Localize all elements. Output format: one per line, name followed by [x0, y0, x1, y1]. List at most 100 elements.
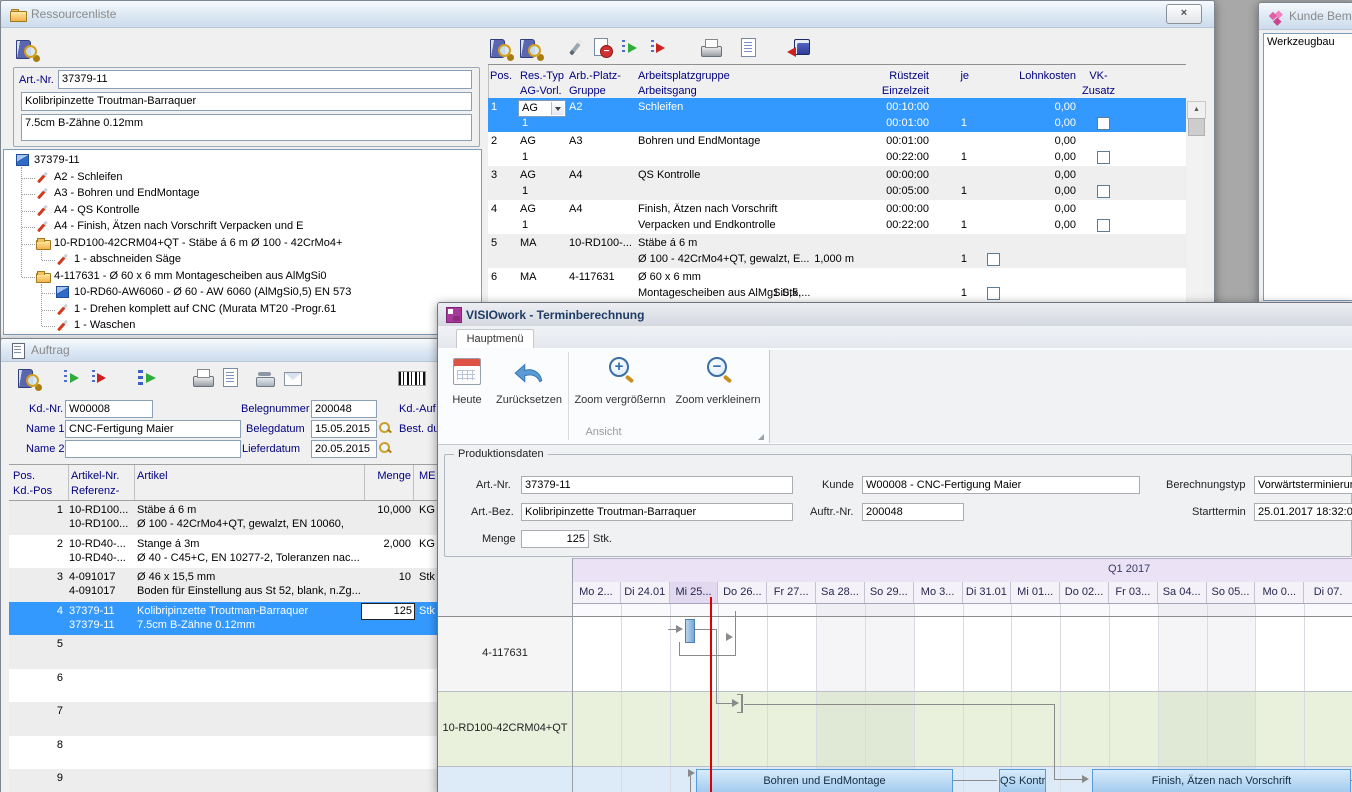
- book-search-icon[interactable]: [519, 36, 543, 60]
- print-icon[interactable]: [191, 366, 215, 390]
- remove-page-icon[interactable]: [591, 36, 615, 60]
- table-row[interactable]: 6MA4-117631Ø 60 x 6 mmMontagescheiben au…: [488, 268, 1186, 302]
- titlebar-terminberechnung[interactable]: VISIOwork - Terminberechnung: [438, 303, 1352, 327]
- menge-label: Menge: [482, 533, 516, 545]
- belegnummer-input[interactable]: 200048: [311, 400, 377, 418]
- vk-zusatz-checkbox[interactable]: [1097, 219, 1110, 232]
- starttermin-input[interactable]: 25.01.2017 18:32:00: [1254, 503, 1352, 521]
- forward-green-icon[interactable]: [61, 366, 85, 390]
- zoom-vergroessern-button[interactable]: Zoom vergrößernn: [572, 350, 668, 438]
- gantt-task-bar[interactable]: Finish, Ätzen nach Vorschrift: [1092, 769, 1351, 792]
- menge-edit-input[interactable]: 125: [361, 603, 415, 620]
- vk-zusatz-checkbox[interactable]: [1097, 151, 1110, 164]
- report-icon[interactable]: [219, 366, 243, 390]
- zusatz-input[interactable]: 7.5cm B-Zähne 0.12mm: [21, 114, 472, 141]
- cell-artikel-1: Kolibripinzette Troutman-Barraquer: [137, 605, 361, 617]
- belegdatum-lookup-icon[interactable]: [378, 421, 392, 435]
- vk-zusatz-checkbox[interactable]: [1097, 117, 1110, 130]
- table-row[interactable]: 437379-1137379-11Kolibripinzette Troutma…: [9, 602, 438, 636]
- column-header[interactable]: VK- Zusatz: [1079, 69, 1118, 99]
- print-icon[interactable]: [699, 36, 723, 60]
- close-icon[interactable]: ×: [1166, 4, 1202, 24]
- vk-zusatz-checkbox[interactable]: [1097, 185, 1110, 198]
- scroll-up-icon[interactable]: ▲: [1187, 101, 1206, 119]
- auftr-nr-input[interactable]: 200048: [862, 503, 964, 521]
- lieferdatum-lookup-icon[interactable]: [378, 441, 392, 455]
- table-row[interactable]: 5MA10-RD100-...Stäbe á 6 mØ 100 - 42CrMo…: [488, 234, 1186, 268]
- book-search-icon[interactable]: [17, 366, 41, 390]
- name2-input[interactable]: [65, 440, 241, 458]
- column-header[interactable]: Menge: [309, 469, 411, 484]
- gantt-task-bar[interactable]: [685, 619, 695, 643]
- gantt-task-bar[interactable]: Bohren und EndMontage: [696, 769, 953, 792]
- scrollbar-thumb[interactable]: [1188, 118, 1205, 136]
- heute-button[interactable]: Heute: [444, 350, 490, 438]
- table-row[interactable]: 110-RD100...10-RD100...Stäbe á 6 mØ 100 …: [9, 501, 438, 535]
- table-row-empty[interactable]: 9: [9, 769, 438, 792]
- book-search-icon[interactable]: [489, 36, 513, 60]
- cell-me: Stk: [419, 571, 439, 583]
- insert-green-icon[interactable]: [135, 366, 159, 390]
- berechnungstyp-input[interactable]: Vorwärtsterminierung: [1254, 476, 1352, 494]
- window-title: Kunde Bem: [1289, 9, 1352, 23]
- table-row[interactable]: 210-RD40-...10-RD40-...Stange á 3mØ 40 -…: [9, 535, 438, 569]
- table-row[interactable]: 3AG1A4QS Kontrolle00:00:0000:05:0010,000…: [488, 166, 1186, 200]
- table-row[interactable]: 4AG1A4Finish, Ätzen nach VorschriftVerpa…: [488, 200, 1186, 234]
- belegdatum-input[interactable]: 15.05.2015: [311, 420, 377, 438]
- zuruecksetzen-button[interactable]: Zurücksetzen: [492, 350, 566, 438]
- chevron-down-icon[interactable]: [551, 102, 564, 115]
- book-search-icon[interactable]: [15, 37, 39, 61]
- fax-icon[interactable]: [253, 366, 277, 390]
- kunde-bemerkung-textarea[interactable]: Werkzeugbau: [1263, 33, 1352, 301]
- tab-hauptmenue[interactable]: Hauptmenü: [456, 329, 534, 349]
- gantt-task-bar[interactable]: QS Kontrolle: [999, 769, 1046, 792]
- art-bez-input[interactable]: Kolibripinzette Troutman-Barraquer: [521, 503, 793, 521]
- kd-nr-input[interactable]: W00008: [65, 400, 153, 418]
- row-checkbox[interactable]: [987, 253, 1000, 266]
- lieferdatum-input[interactable]: 20.05.2015: [311, 440, 377, 458]
- zoom-verkleinern-button[interactable]: Zoom verkleinern: [672, 350, 764, 438]
- table-row[interactable]: 2AG1A3Bohren und EndMontage00:01:0000:22…: [488, 132, 1186, 166]
- table-row-empty[interactable]: 7: [9, 702, 438, 736]
- forward-green-icon[interactable]: [619, 36, 643, 60]
- kunde-input[interactable]: W00008 - CNC-Fertigung Maier: [862, 476, 1140, 494]
- titlebar-ressourcenliste[interactable]: Ressourcenliste ×: [1, 1, 1214, 28]
- column-header[interactable]: Rüstzeit Einzelzeit: [851, 69, 929, 99]
- bezeichnung-input[interactable]: Kolibripinzette Troutman-Barraquer: [21, 92, 472, 111]
- window-title: VISIOwork - Terminberechnung: [466, 308, 644, 322]
- column-header[interactable]: ME: [419, 469, 439, 484]
- art-nr-input[interactable]: 37379-11: [58, 70, 472, 89]
- ribbon-empty-area: [769, 350, 1352, 443]
- save-icon[interactable]: [787, 36, 811, 60]
- forward-red-icon[interactable]: [644, 36, 668, 60]
- titlebar-kunde[interactable]: Kunde Bem: [1259, 3, 1352, 30]
- cell-artikel-2: Ø 100 - 42CrMo4+QT, gewalzt, EN 10060,: [137, 518, 361, 530]
- menge-input[interactable]: 125: [521, 530, 589, 548]
- row-checkbox[interactable]: [987, 287, 1000, 300]
- titlebar-auftrag[interactable]: Auftrag: [1, 339, 438, 362]
- column-header[interactable]: je: [931, 69, 969, 84]
- table-row-empty[interactable]: 6: [9, 669, 438, 703]
- mail-icon[interactable]: [281, 366, 305, 390]
- column-header[interactable]: Arb.-Platz- Gruppe: [569, 69, 633, 99]
- table-scrollbar[interactable]: ▲: [1187, 101, 1204, 303]
- column-header[interactable]: Lohnkosten: [1016, 69, 1076, 84]
- barcode-icon[interactable]: [397, 366, 425, 390]
- name1-input[interactable]: CNC-Fertigung Maier: [65, 420, 241, 438]
- calendar-icon: [450, 354, 484, 388]
- report-icon[interactable]: [737, 36, 761, 60]
- res-typ-combobox[interactable]: AG: [518, 100, 566, 117]
- column-header[interactable]: Res.-Typ AG-Vorl.: [520, 69, 566, 99]
- table-row-empty[interactable]: 8: [9, 736, 438, 770]
- table-row[interactable]: 1AG1A2Schleifen00:10:0000:01:0010,000,00: [488, 98, 1186, 132]
- cell-einzelzeit: 00:01:00: [851, 117, 929, 129]
- column-header[interactable]: Arbeitsplatzgruppe Arbeitsgang: [638, 69, 803, 99]
- forward-red-icon[interactable]: [85, 366, 109, 390]
- table-row-empty[interactable]: 5: [9, 635, 438, 669]
- ribbon-group-expander-icon[interactable]: [758, 434, 764, 440]
- column-header[interactable]: Pos. Kd.-Pos: [13, 469, 65, 499]
- pen-icon[interactable]: [564, 36, 588, 60]
- art-nr-input[interactable]: 37379-11: [521, 476, 793, 494]
- box-icon: [16, 154, 29, 166]
- table-row[interactable]: 34-0910174-091017Ø 46 x 15,5 mmBoden für…: [9, 568, 438, 602]
